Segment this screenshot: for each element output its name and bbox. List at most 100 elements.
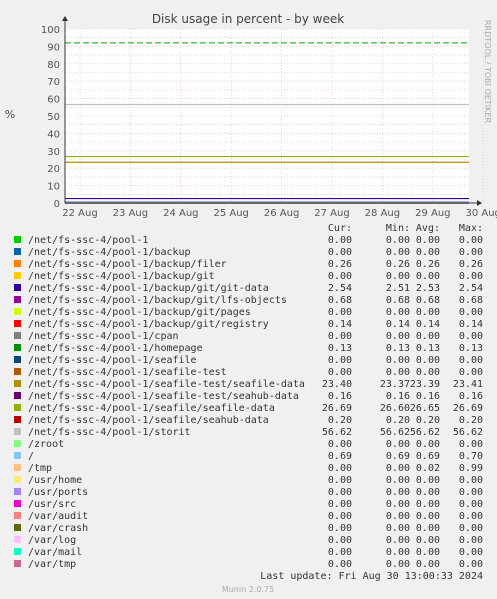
- legend-swatch: [14, 500, 21, 507]
- legend-swatch: [14, 560, 21, 567]
- legend-value-max: 0.00: [459, 559, 483, 570]
- x-tick-label: 23 Aug: [113, 208, 148, 219]
- legend-value-min: 23.37: [380, 379, 410, 390]
- y-axis-label: %: [5, 108, 15, 121]
- y-tick-label: 50: [47, 112, 60, 123]
- legend-value-max: 0.00: [459, 235, 483, 246]
- legend-value-avg: 2.53: [416, 283, 440, 294]
- legend-value-max: 0.00: [459, 439, 483, 450]
- legend-value-cur: 0.14: [328, 319, 352, 330]
- x-tick-label: 30 Aug: [465, 208, 497, 219]
- legend-series-name: /net/fs-ssc-4/pool-1/backup/git/git-data: [28, 283, 269, 294]
- legend-value-cur: 0.26: [328, 259, 352, 270]
- legend-value-min: 0.16: [386, 391, 410, 402]
- legend-series-name: /net/fs-ssc-4/pool-1/seafile-test: [28, 367, 227, 378]
- legend-value-min: 0.00: [386, 235, 410, 246]
- legend-value-avg: 0.00: [416, 367, 440, 378]
- legend-swatch: [14, 380, 21, 387]
- legend-swatch: [14, 392, 21, 399]
- legend-swatch: [14, 536, 21, 543]
- legend-series-name: /net/fs-ssc-4/pool-1/seafile-test/seafil…: [28, 379, 305, 390]
- legend-value-min: 0.00: [386, 535, 410, 546]
- legend-value-min: 0.00: [386, 487, 410, 498]
- legend-swatch: [14, 284, 21, 291]
- legend-value-cur: 0.13: [328, 343, 352, 354]
- y-tick-label: 40: [47, 129, 60, 140]
- legend-header-cell: Cur:: [328, 223, 352, 234]
- legend-value-min: 2.51: [386, 283, 410, 294]
- legend-value-min: 0.26: [386, 259, 410, 270]
- legend-value-min: 56.62: [380, 427, 410, 438]
- legend-value-avg: 56.62: [410, 427, 440, 438]
- legend-value-cur: 0.00: [328, 439, 352, 450]
- legend-value-avg: 0.00: [416, 307, 440, 318]
- legend-value-avg: 0.00: [416, 511, 440, 522]
- legend-value-cur: 0.16: [328, 391, 352, 402]
- legend-value-cur: 0.00: [328, 475, 352, 486]
- legend-series-name: /net/fs-ssc-4/pool-1/backup/git: [28, 271, 215, 282]
- legend-value-min: 0.00: [386, 559, 410, 570]
- legend-series-name: /net/fs-ssc-4/pool-1/seafile/seafile-dat…: [28, 403, 275, 414]
- y-tick-label: 70: [47, 77, 60, 88]
- legend-value-cur: 0.00: [328, 355, 352, 366]
- legend-value-avg: 0.20: [416, 415, 440, 426]
- legend-value-cur: 0.00: [328, 511, 352, 522]
- legend-value-avg: 0.13: [416, 343, 440, 354]
- legend-value-avg: 0.14: [416, 319, 440, 330]
- legend-series-name: /var/mail: [28, 547, 82, 558]
- legend-swatch: [14, 368, 21, 375]
- legend-value-avg: 0.69: [416, 451, 440, 462]
- legend-value-max: 0.20: [459, 415, 483, 426]
- legend-swatch: [14, 260, 21, 267]
- legend-series-name: /net/fs-ssc-4/pool-1/backup: [28, 247, 191, 258]
- legend-value-avg: 0.00: [416, 523, 440, 534]
- legend-swatch: [14, 428, 21, 435]
- legend-value-min: 0.00: [386, 331, 410, 342]
- legend-value-max: 0.00: [459, 475, 483, 486]
- legend-value-max: 0.00: [459, 511, 483, 522]
- legend-value-min: 0.69: [386, 451, 410, 462]
- legend-value-max: 0.68: [459, 295, 483, 306]
- legend-value-max: 26.69: [453, 403, 483, 414]
- legend-value-max: 0.00: [459, 331, 483, 342]
- legend-swatch: [14, 488, 21, 495]
- legend-value-max: 0.14: [459, 319, 483, 330]
- legend-series-name: /var/log: [28, 535, 76, 546]
- legend-value-min: 0.20: [386, 415, 410, 426]
- legend-value-min: 26.60: [380, 403, 410, 414]
- legend-value-cur: 56.62: [322, 427, 352, 438]
- legend-swatch: [14, 272, 21, 279]
- legend-value-avg: 0.00: [416, 487, 440, 498]
- legend-header-cell: Avg:: [416, 223, 440, 234]
- legend-value-avg: 0.00: [416, 559, 440, 570]
- legend-series-name: /: [28, 451, 34, 462]
- legend-swatch: [14, 356, 21, 363]
- legend-value-avg: 23.39: [410, 379, 440, 390]
- legend-value-avg: 0.26: [416, 259, 440, 270]
- legend-value-avg: 0.02: [416, 463, 440, 474]
- legend-series-name: /net/fs-ssc-4/pool-1/backup/git/lfs-obje…: [28, 295, 287, 306]
- legend-value-cur: 0.00: [328, 547, 352, 558]
- legend-value-cur: 0.00: [328, 487, 352, 498]
- legend-series-name: /net/fs-ssc-4/pool-1/cpan: [28, 331, 179, 342]
- x-tick-label: 24 Aug: [163, 208, 198, 219]
- legend-series-name: /usr/home: [28, 475, 82, 486]
- legend-value-max: 23.41: [453, 379, 483, 390]
- legend-value-avg: 0.00: [416, 271, 440, 282]
- legend-value-min: 0.00: [386, 355, 410, 366]
- chart-title: Disk usage in percent - by week: [152, 12, 344, 26]
- legend-value-max: 0.00: [459, 523, 483, 534]
- y-tick-label: 20: [47, 164, 60, 175]
- legend-value-cur: 0.00: [328, 307, 352, 318]
- y-tick-label: 100: [41, 25, 60, 36]
- legend-value-min: 0.00: [386, 475, 410, 486]
- legend-value-min: 0.00: [386, 367, 410, 378]
- legend-value-max: 0.13: [459, 343, 483, 354]
- legend-series-name: /net/fs-ssc-4/pool-1/backup/git/pages: [28, 307, 251, 318]
- legend-swatch: [14, 308, 21, 315]
- rrdtool-credit: RRDTOOL / TOBI OETIKER: [483, 20, 492, 123]
- legend-value-max: 56.62: [453, 427, 483, 438]
- legend-series-name: /zroot: [28, 439, 64, 450]
- legend-value-cur: 0.00: [328, 271, 352, 282]
- legend-series-name: /net/fs-ssc-4/pool-1/seafile-test/seahub…: [28, 391, 299, 402]
